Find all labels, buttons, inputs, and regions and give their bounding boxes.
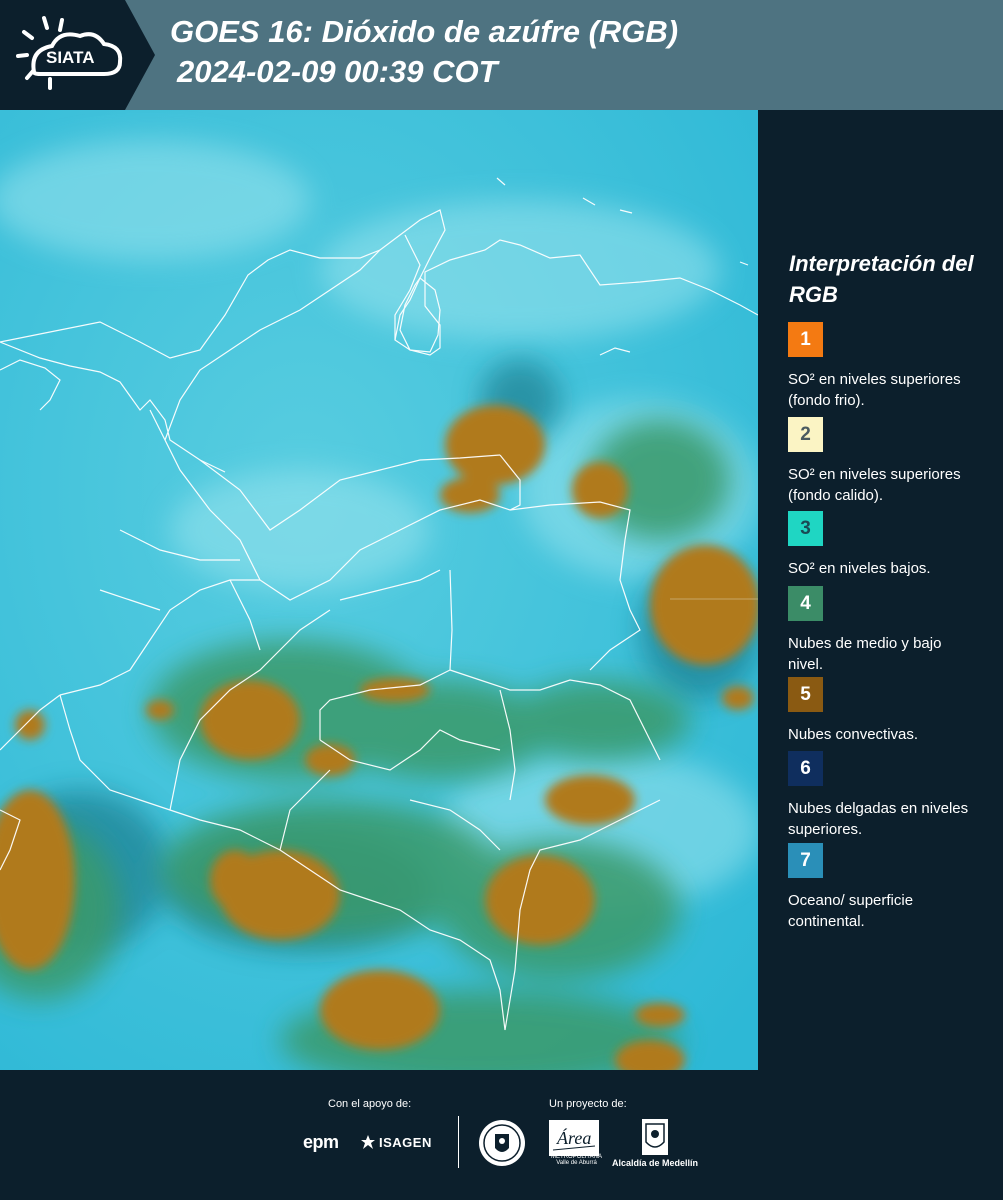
legend-item-4: 4 Nubes de medio y bajo nivel.	[788, 586, 988, 675]
project-caption: Un proyecto de:	[549, 1098, 627, 1110]
legend-swatch-6: 6	[788, 751, 823, 786]
legend-swatch-2: 2	[788, 417, 823, 452]
footer-divider	[458, 1116, 459, 1168]
legend-item-3: 3 SO² en niveles bajos.	[788, 511, 988, 579]
isagen-mark-icon	[361, 1135, 375, 1149]
legend-label-7: Oceano/ superficie continental.	[788, 892, 914, 930]
isagen-logo[interactable]: ISAGEN	[360, 1134, 432, 1150]
legend-label-6: Nubes delgadas en niveles superiores.	[788, 800, 969, 838]
footer-bar: Con el apoyo de: Un proyecto de: epm ISA…	[0, 1070, 1003, 1200]
legend-label-4: Nubes de medio y bajo nivel.	[788, 635, 942, 673]
legend-swatch-3: 3	[788, 511, 823, 546]
alcaldia-logo[interactable]	[641, 1118, 669, 1161]
svg-text:SIATA: SIATA	[46, 48, 94, 67]
legend-label-2: SO² en niveles superiores (fondo calido)…	[788, 466, 961, 504]
area-logo-icon: Área	[549, 1120, 599, 1156]
legend-label-1: SO² en niveles superiores (fondo frio).	[788, 371, 961, 409]
legend-item-2: 2 SO² en niveles superiores (fondo calid…	[788, 417, 988, 506]
seal-icon	[479, 1120, 525, 1166]
legend-item-1: 1 SO² en niveles superiores (fondo frio)…	[788, 322, 988, 411]
satellite-imagery	[0, 110, 758, 1070]
legend-item-5: 5 Nubes convectivas.	[788, 677, 988, 745]
legend-item-7: 7 Oceano/ superficie continental.	[788, 843, 988, 932]
siata-logo-icon: SIATA	[0, 0, 155, 110]
siata-logo[interactable]: SIATA	[0, 0, 155, 110]
support-caption: Con el apoyo de:	[328, 1098, 412, 1110]
satellite-map[interactable]	[0, 110, 758, 1070]
page-subtitle-timestamp: 2024-02-09 00:39 COT	[177, 54, 498, 89]
isagen-text: ISAGEN	[379, 1134, 432, 1150]
legend-swatch-1: 1	[788, 322, 823, 357]
legend-swatch-4: 4	[788, 586, 823, 621]
area-metropolitana-text: METROPOLITANA Valle de Aburrá	[551, 1154, 602, 1166]
epm-logo[interactable]: epm	[303, 1132, 339, 1153]
legend-item-6: 6 Nubes delgadas en niveles superiores.	[788, 751, 988, 840]
legend-swatch-7: 7	[788, 843, 823, 878]
svg-text:Área: Área	[556, 1127, 591, 1148]
medellin-seal-logo[interactable]	[477, 1118, 527, 1173]
header-bar: SIATA GOES 16: Dióxido de azúfre (RGB) 2…	[0, 0, 1003, 110]
alcaldia-shield-icon	[642, 1119, 668, 1155]
legend-panel: Interpretación del RGB 1 SO² en niveles …	[758, 110, 1003, 1070]
legend-title: Interpretación del RGB	[789, 251, 974, 307]
legend-label-3: SO² en niveles bajos.	[788, 560, 931, 577]
alcaldia-text: Alcaldía de Medellín	[612, 1158, 699, 1168]
legend-swatch-5: 5	[788, 677, 823, 712]
legend-label-5: Nubes convectivas.	[788, 726, 919, 743]
page-title: GOES 16: Dióxido de azúfre (RGB)	[170, 14, 679, 49]
